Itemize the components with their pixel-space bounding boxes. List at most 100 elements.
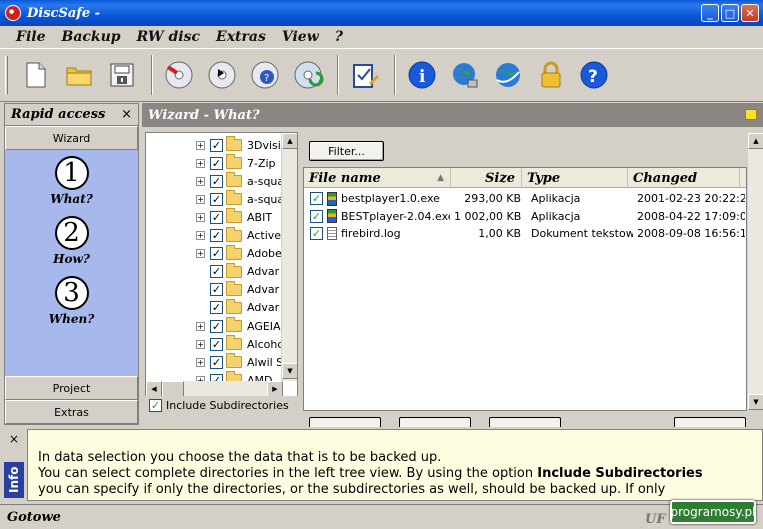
tree-item[interactable]: + ✓ Alwil S <box>146 353 283 371</box>
minimize-button[interactable]: _ <box>701 4 719 22</box>
menu-help[interactable]: ? <box>335 29 343 45</box>
expand-icon[interactable]: + <box>196 321 205 331</box>
column-type[interactable]: Type <box>522 168 628 188</box>
deselect-button[interactable] <box>399 417 471 427</box>
exe-file-icon <box>327 209 337 223</box>
burn-cd-icon[interactable] <box>161 57 197 93</box>
rapid-access-close-button[interactable]: × <box>121 107 132 122</box>
expand-icon[interactable]: + <box>196 357 205 367</box>
file-row[interactable]: ✓ BESTplayer-2.04.exe 1 002,00 KB Aplikacja… <box>304 208 746 225</box>
file-row[interactable]: ✓ bestplayer1.0.exe 293,00 KB Aplikacja 2001… <box>304 190 746 207</box>
disc-restore-icon[interactable] <box>290 57 326 93</box>
tree-item-checkbox[interactable]: ✓ <box>210 156 223 170</box>
expand-icon[interactable]: + <box>196 176 205 186</box>
invert-selection-button[interactable] <box>489 417 561 427</box>
note-icon[interactable] <box>745 109 757 120</box>
info-line: You can select complete directories in t… <box>38 466 762 482</box>
menu-file[interactable]: File <box>16 29 45 45</box>
globe-link-icon[interactable] <box>490 57 526 93</box>
tree-item[interactable]: + ✓ AGEIA <box>146 317 281 335</box>
column-attributes[interactable] <box>740 168 746 188</box>
tree-item-checkbox[interactable]: ✓ <box>210 301 223 315</box>
expand-icon[interactable]: + <box>196 158 205 168</box>
tree-item[interactable]: ✓ Advar <box>146 262 279 281</box>
tree-item-checkbox[interactable]: ✓ <box>210 355 223 369</box>
close-button[interactable]: ✕ <box>741 4 759 22</box>
tab-extras[interactable]: Extras <box>5 400 138 424</box>
tree-item[interactable]: ✓ Advar <box>146 298 279 317</box>
toolbar-grip[interactable] <box>5 56 8 94</box>
tree-item-checkbox[interactable]: ✓ <box>210 210 223 224</box>
scroll-thumb[interactable] <box>162 381 184 397</box>
tree-item-checkbox[interactable]: ✓ <box>210 138 223 152</box>
scroll-up-button[interactable]: ▲ <box>282 133 297 149</box>
scroll-left-button[interactable]: ◀ <box>146 381 162 397</box>
disc-help-icon[interactable]: ? <box>247 57 283 93</box>
column-changed[interactable]: Changed <box>628 168 740 188</box>
tree-item-checkbox[interactable]: ✓ <box>210 247 223 261</box>
file-row[interactable]: ✓ firebird.log 1,00 KB Dokument tekstowy 200… <box>304 225 746 242</box>
file-row-checkbox[interactable]: ✓ <box>310 192 323 205</box>
filter-button[interactable]: Filter... <box>309 141 384 161</box>
tree-item[interactable]: + ✓ Adobe <box>146 244 282 263</box>
tree-item-checkbox[interactable]: ✓ <box>210 174 223 188</box>
menu-view[interactable]: View <box>282 29 319 45</box>
wizard-checklist-icon[interactable] <box>347 57 383 93</box>
tree-connector <box>196 289 205 290</box>
menu-extras[interactable]: Extras <box>216 29 266 45</box>
disc-refresh-icon[interactable] <box>204 57 240 93</box>
menu-backup[interactable]: Backup <box>61 29 120 45</box>
tree-item[interactable]: + ✓ ABIT <box>146 208 272 226</box>
include-subdirectories-checkbox[interactable]: ✓ <box>149 398 162 412</box>
step-when[interactable]: 3 When? <box>5 276 138 326</box>
tree-item[interactable]: + ✓ a-squa <box>146 190 284 208</box>
menu-rw-disc[interactable]: RW disc <box>137 29 200 45</box>
tree-item-checkbox[interactable]: ✓ <box>210 265 223 279</box>
tree-item[interactable]: + ✓ Active <box>146 226 281 245</box>
app-icon[interactable] <box>5 5 21 21</box>
expand-icon[interactable]: + <box>196 339 205 349</box>
expand-icon[interactable]: + <box>196 194 205 204</box>
help-icon[interactable]: ? <box>576 57 612 93</box>
tree-item[interactable]: + ✓ a-squa <box>146 172 284 190</box>
tree-item-checkbox[interactable]: ✓ <box>210 337 223 351</box>
scroll-down-button[interactable]: ▼ <box>282 363 297 379</box>
step-how[interactable]: 2 How? <box>5 216 138 266</box>
tree-item-checkbox[interactable]: ✓ <box>210 319 223 333</box>
tree-horizontal-scrollbar[interactable]: ◀ ▶ <box>146 381 283 397</box>
column-file-name[interactable]: File name ▲ <box>304 168 451 188</box>
tree-item[interactable]: ✓ Advar <box>146 280 279 299</box>
file-row-checkbox[interactable]: ✓ <box>310 209 323 223</box>
maximize-button[interactable]: □ <box>721 4 739 22</box>
tree-item-checkbox[interactable]: ✓ <box>210 229 223 242</box>
step-what[interactable]: 1 What? <box>5 156 138 206</box>
tab-wizard[interactable]: Wizard <box>5 126 138 150</box>
file-row-checkbox[interactable]: ✓ <box>310 227 323 240</box>
tab-project[interactable]: Project <box>5 376 138 400</box>
tree-item-checkbox[interactable]: ✓ <box>210 283 223 297</box>
tree-item[interactable]: + ✓ 7-Zip <box>146 154 276 172</box>
open-folder-icon[interactable] <box>61 57 97 93</box>
select-all-button[interactable] <box>309 417 381 427</box>
globe-download-icon[interactable] <box>447 57 483 93</box>
next-button[interactable] <box>674 417 746 427</box>
expand-icon[interactable]: + <box>196 212 205 222</box>
tree-vertical-scrollbar[interactable]: ▲ ▼ <box>281 133 297 381</box>
save-disk-icon[interactable] <box>104 57 140 93</box>
tree-item[interactable]: + ✓ Alcoho <box>146 335 284 353</box>
expand-icon[interactable]: + <box>196 231 205 240</box>
info-close-button[interactable]: × <box>9 432 19 446</box>
file-list-vertical-scrollbar[interactable]: ▲ ▼ <box>747 133 763 410</box>
expand-icon[interactable]: + <box>196 249 205 259</box>
column-size[interactable]: Size <box>451 168 522 188</box>
tree-item[interactable]: + ✓ 3Dvisi <box>146 136 281 154</box>
scroll-down-button[interactable]: ▼ <box>748 394 763 410</box>
tree-item-checkbox[interactable]: ✓ <box>210 192 223 206</box>
scroll-right-button[interactable]: ▶ <box>267 381 283 397</box>
info-icon[interactable]: i <box>404 57 440 93</box>
lock-icon[interactable] <box>533 57 569 93</box>
include-subdirectories-option[interactable]: ✓ Include Subdirectories <box>145 396 298 414</box>
expand-icon[interactable]: + <box>196 140 205 150</box>
scroll-up-button[interactable]: ▲ <box>748 133 763 149</box>
new-document-icon[interactable] <box>18 57 54 93</box>
